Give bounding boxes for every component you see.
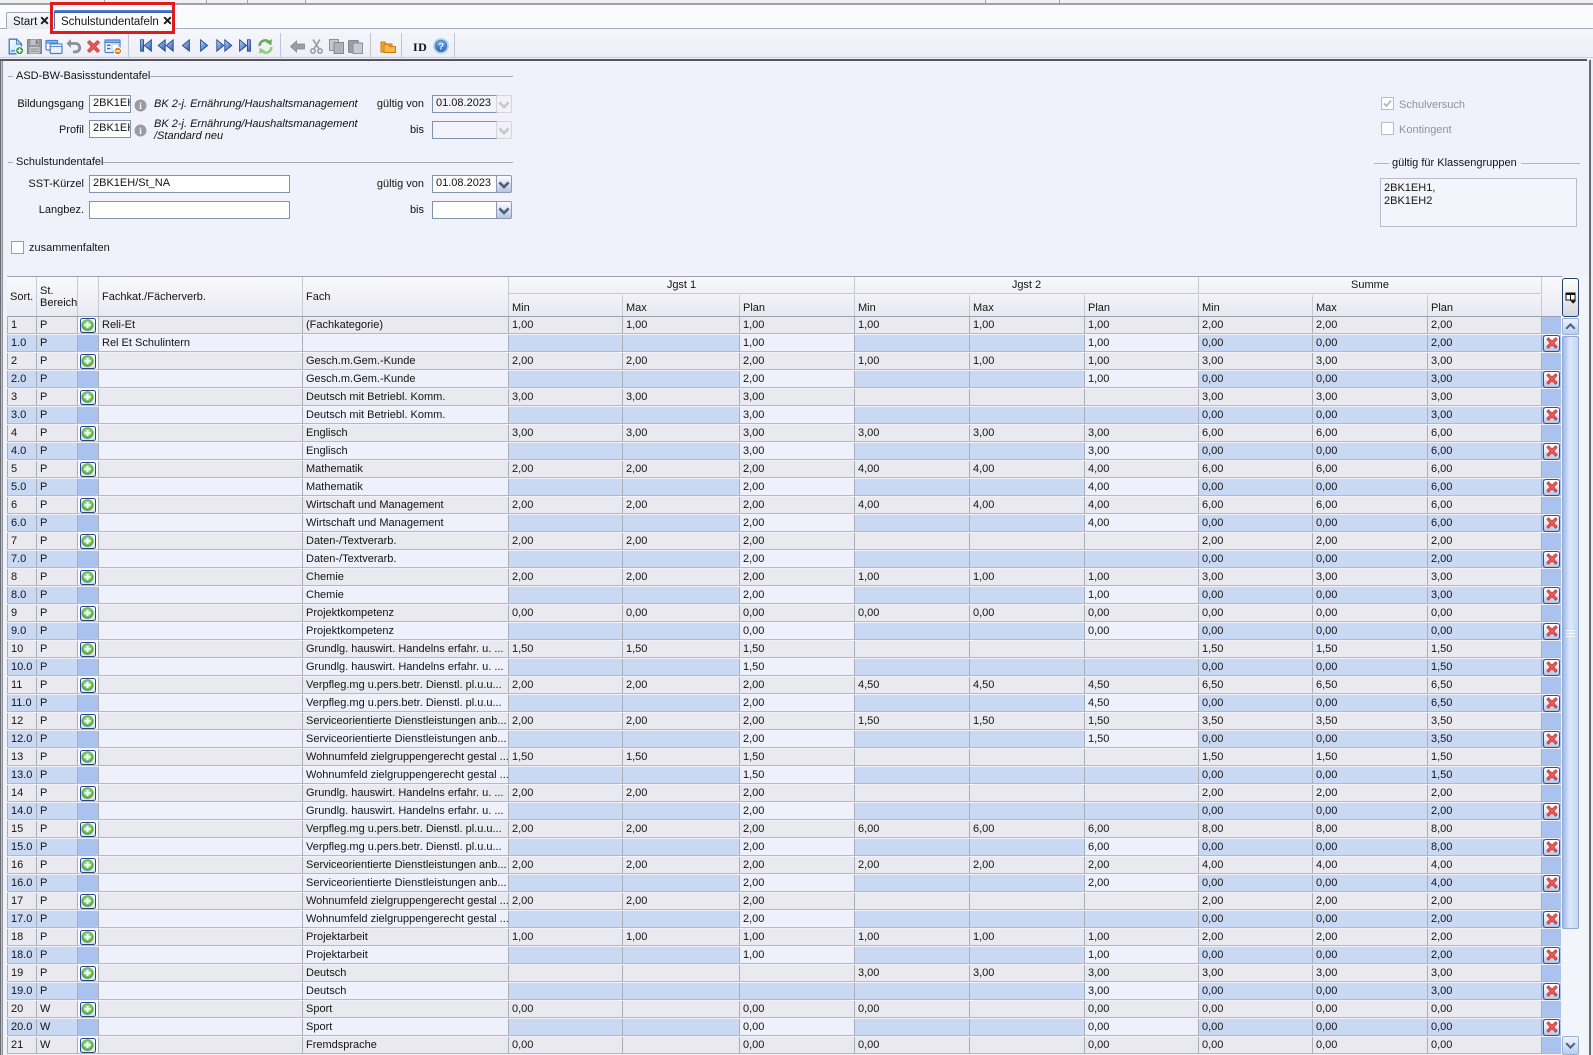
svg-text:?: ?: [438, 42, 444, 53]
